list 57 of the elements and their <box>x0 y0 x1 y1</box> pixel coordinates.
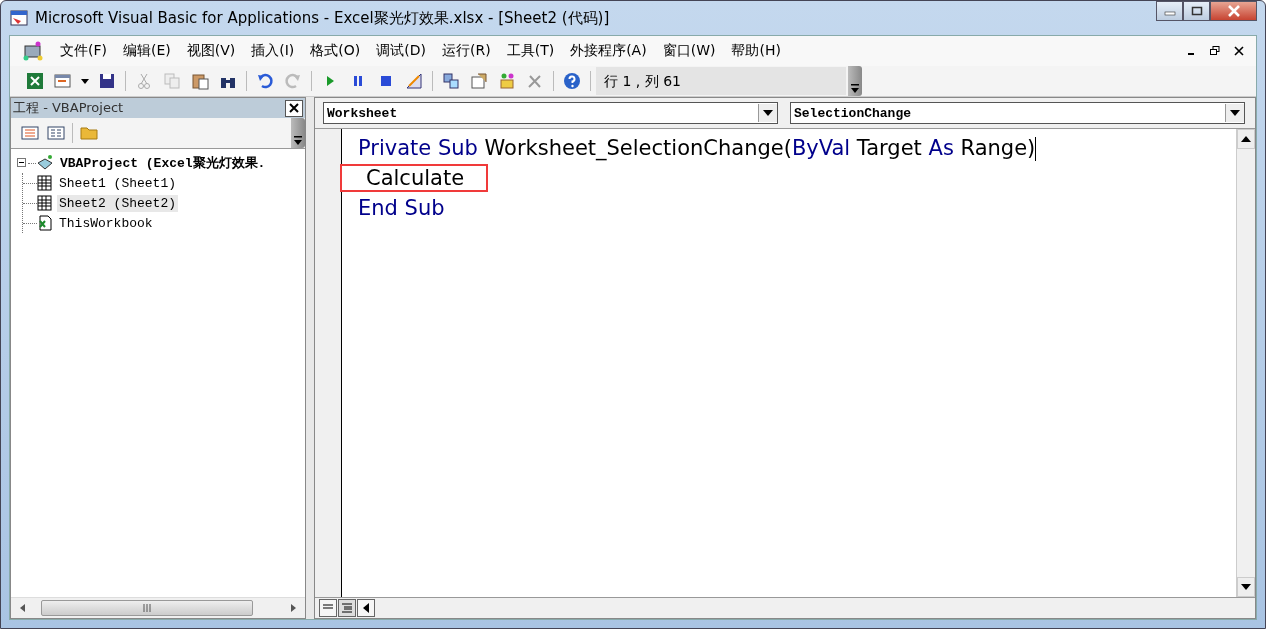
window-title: Microsoft Visual Basic for Applications - Excel聚光灯效果.xlsx - [Sheet2 (代码)] <box>35 8 611 28</box>
toolbar-options-button[interactable] <box>848 66 862 96</box>
minimize-button[interactable] <box>1156 1 1183 21</box>
caret-icon <box>293 136 303 146</box>
menu-item[interactable]: 插入(I) <box>243 42 303 60</box>
code-line: End Sub <box>357 195 446 222</box>
workbook-icon <box>37 215 53 231</box>
lines-icon <box>342 603 352 613</box>
close-icon <box>1226 5 1241 17</box>
minus-icon <box>17 157 26 167</box>
procedure-dropdown[interactable]: SelectionChange <box>790 102 1245 124</box>
collapse-toggle[interactable] <box>17 157 28 169</box>
caret-icon[interactable] <box>763 110 773 116</box>
scroll-up-icon[interactable] <box>1241 136 1251 142</box>
procedure-view-button[interactable] <box>319 599 337 617</box>
tree-item[interactable]: Sheet2 (Sheet2) <box>57 194 179 212</box>
tree-item[interactable]: Sheet1 (Sheet1) <box>57 174 179 192</box>
sheet-icon <box>37 195 53 211</box>
menu-item[interactable]: 编辑(E) <box>115 42 179 60</box>
horizontal-scrollbar[interactable] <box>11 597 305 618</box>
app-icon <box>9 8 29 28</box>
grip-icon[interactable] <box>142 604 152 612</box>
menu-item[interactable]: 调试(D) <box>368 42 434 60</box>
vba-icon <box>22 41 44 61</box>
scroll-down-icon[interactable] <box>1241 584 1251 590</box>
caret-icon <box>850 84 860 94</box>
scroll-left-button[interactable] <box>357 599 375 617</box>
restore-icon <box>1210 46 1220 56</box>
panel-title: 工程 - VBAProject <box>13 99 124 117</box>
cursor-position: 行 1 , 列 61 <box>596 67 846 95</box>
menu-item[interactable]: 外接程序(A) <box>562 42 655 60</box>
menu-item[interactable]: 视图(V) <box>178 42 244 60</box>
menu-item[interactable]: 文件(F) <box>52 42 115 60</box>
vertical-scrollbar[interactable] <box>1236 129 1255 597</box>
menu-item[interactable]: 帮助(H) <box>723 42 789 60</box>
close-button[interactable] <box>1210 1 1257 21</box>
sheet-icon <box>37 175 53 191</box>
tree-item[interactable]: VBAProject (Excel聚光灯效果. <box>58 153 268 173</box>
maximize-icon <box>1190 6 1203 16</box>
close-icon <box>1234 46 1244 56</box>
close-icon <box>289 103 299 113</box>
full-module-view-button[interactable] <box>338 599 356 617</box>
caret-icon[interactable] <box>1230 110 1240 116</box>
maximize-button[interactable] <box>1183 1 1210 21</box>
project-icon <box>36 154 54 172</box>
scroll-left-icon <box>363 603 369 613</box>
toolbar-options-button[interactable] <box>291 118 305 148</box>
menu-item[interactable]: 格式(O) <box>302 42 369 60</box>
code-editor[interactable]: Private Sub Worksheet_SelectionChange(ByVal Target As Range) Calculate End Sub <box>342 129 1236 597</box>
close-button[interactable] <box>285 99 303 117</box>
menu-item[interactable]: 运行(R) <box>434 42 499 60</box>
lines-icon <box>323 604 333 612</box>
menu-item[interactable]: 窗口(W) <box>654 42 724 60</box>
tree-item[interactable]: ThisWorkbook <box>57 214 155 232</box>
code-line: Private Sub Worksheet_SelectionChange(ByVal Target As Range) <box>357 134 1038 163</box>
object-dropdown[interactable]: Worksheet <box>323 102 778 124</box>
menu-item[interactable]: 工具(T) <box>498 42 563 60</box>
